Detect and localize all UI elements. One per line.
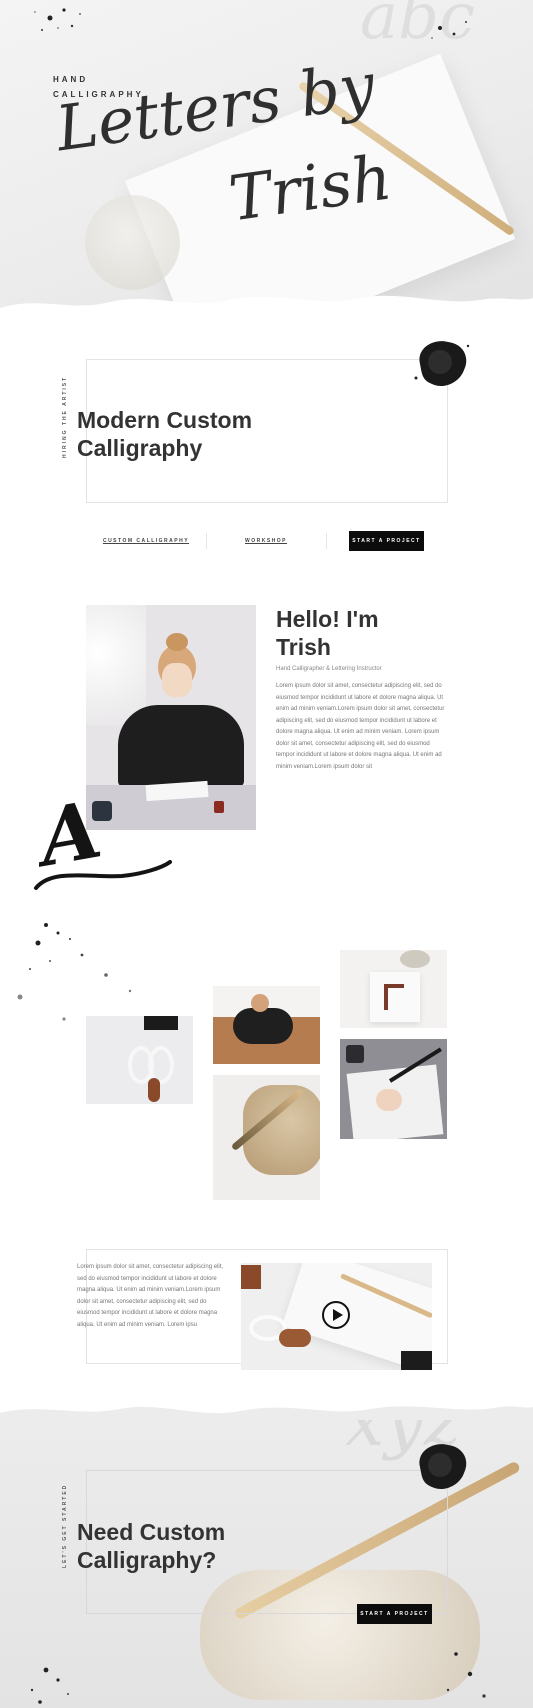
gallery-leather: [148, 1078, 160, 1102]
cta-start-project-button[interactable]: START A PROJECT: [357, 1604, 432, 1624]
video-thumbnail[interactable]: [241, 1263, 432, 1370]
portrait-hair-bun: [166, 633, 188, 651]
intro-heading: Modern Custom Calligraphy: [77, 406, 252, 462]
video-paragraph: Lorem ipsum dolor sit amet, consectetur …: [77, 1264, 224, 1328]
about-heading: Hello! I'm Trish: [276, 605, 379, 661]
portrait-wax-seal: [214, 801, 224, 813]
ink-splatter-icon: [30, 1667, 69, 1704]
portrait-face: [162, 663, 192, 697]
about-subtitle: Hand Calligrapher & Lettering Instructor: [276, 666, 382, 672]
nav-link-workshop[interactable]: WORKSHOP: [206, 538, 326, 544]
ink-splatter-icon: [431, 21, 467, 39]
portrait-photo: [86, 605, 256, 830]
gallery-hand: [376, 1089, 402, 1111]
hero-section: abc HAND CALLIGRAPHY Letters by Trish: [0, 0, 533, 330]
watercolor-wash: [86, 605, 146, 725]
play-button[interactable]: [322, 1301, 350, 1329]
ink-blot-icon: [414, 341, 470, 387]
gallery-photo-writing: [340, 1039, 447, 1139]
nav-link-custom-calligraphy[interactable]: CUSTOM CALLIGRAPHY: [86, 538, 206, 544]
gallery-brush-stroke: [384, 984, 404, 1010]
video-leather: [241, 1265, 261, 1289]
gallery-photo-pen: [213, 1075, 320, 1200]
gallery-inkwell: [346, 1045, 364, 1063]
heading-line: Modern Custom: [77, 407, 253, 433]
ink-splatter-icon: [446, 1652, 486, 1698]
heading-line: Calligraphy: [77, 435, 203, 461]
flourish-stroke-icon: [34, 860, 172, 890]
gallery-photo-scissors: [86, 1016, 193, 1104]
ceramic-dish-image: [85, 195, 180, 290]
gallery-person: [233, 1008, 293, 1044]
portrait-sweater: [118, 705, 244, 787]
start-project-button[interactable]: START A PROJECT: [349, 531, 424, 551]
ink-splatter-icon: [34, 8, 81, 31]
gallery-person-head: [251, 994, 269, 1012]
gallery-photo-character: [340, 950, 447, 1028]
video-table-edge: [401, 1351, 432, 1370]
play-icon: [333, 1309, 343, 1321]
about-paragraph: Lorem ipsum dolor sit amet, consectetur …: [276, 683, 445, 770]
gallery-photo-workshop: [213, 986, 320, 1064]
heading-line: Calligraphy?: [77, 1547, 217, 1573]
cta-vertical-label: LET'S GET STARTED: [62, 1483, 68, 1568]
gallery-stone: [400, 950, 430, 968]
cta-heading: Need Custom Calligraphy?: [77, 1518, 225, 1574]
intro-vertical-label: HIRING THE ARTIST: [62, 375, 68, 458]
heading-line: Need Custom: [77, 1519, 226, 1545]
heading-line: Hello! I'm: [276, 606, 379, 632]
video-leather-piece: [279, 1329, 311, 1347]
heading-line: Trish: [276, 634, 331, 660]
torn-edge-divider: [0, 295, 533, 338]
nav-divider: [326, 533, 327, 549]
ink-blot-icon: [419, 1444, 467, 1490]
gallery-ink-bottle: [144, 1016, 178, 1030]
